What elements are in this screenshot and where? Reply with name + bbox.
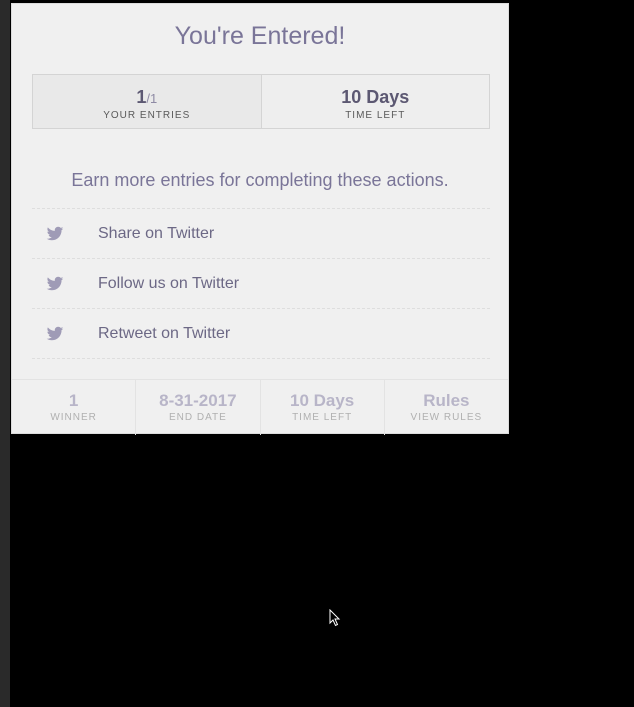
action-retweet-twitter[interactable]: Retweet on Twitter xyxy=(32,309,490,359)
winner-stat: 1 WINNER xyxy=(12,380,137,435)
time-left-value: 10 Days xyxy=(341,87,410,107)
entries-label: YOUR ENTRIES xyxy=(103,110,191,121)
action-label: Retweet on Twitter xyxy=(98,324,231,342)
action-list: Share on Twitter Follow us on Twitter Re… xyxy=(32,208,490,359)
twitter-bird-icon xyxy=(45,225,65,243)
twitter-bird-icon xyxy=(45,275,65,293)
time-left-label: TIME LEFT xyxy=(345,110,406,121)
action-share-twitter[interactable]: Share on Twitter xyxy=(32,209,490,259)
widget-title: You're Entered! xyxy=(174,22,346,50)
winner-count: 1 xyxy=(68,391,79,410)
end-date-label: END DATE xyxy=(168,412,227,423)
earn-more-text: Earn more entries for completing these a… xyxy=(71,170,449,190)
entries-count: 1/1 xyxy=(33,87,261,108)
action-label: Follow us on Twitter xyxy=(98,274,240,292)
giveaway-widget: You're Entered! 1/1 YOUR ENTRIES 10 Days… xyxy=(11,3,509,435)
end-date-stat: 8-31-2017 END DATE xyxy=(136,380,261,435)
time-left-stat: 10 Days TIME LEFT xyxy=(261,75,489,128)
rules-value: Rules xyxy=(423,391,470,410)
winner-label: WINNER xyxy=(50,412,97,423)
action-label: Share on Twitter xyxy=(98,224,215,242)
window-edge xyxy=(0,0,10,707)
end-date-value: 8-31-2017 xyxy=(159,391,237,410)
twitter-bird-icon xyxy=(45,325,65,343)
entries-total: /1 xyxy=(146,91,158,106)
mouse-cursor-icon xyxy=(329,609,341,627)
view-rules-link[interactable]: Rules VIEW RULES xyxy=(385,380,508,435)
entries-value: 1 xyxy=(136,87,147,107)
footer-time-left-label: TIME LEFT xyxy=(292,412,353,423)
footer-time-left-value: 10 Days xyxy=(289,391,355,410)
footer-time-left-stat: 10 Days TIME LEFT xyxy=(261,380,385,435)
action-follow-twitter[interactable]: Follow us on Twitter xyxy=(32,259,490,309)
giveaway-footer: 1 WINNER 8-31-2017 END DATE 10 Days TIME… xyxy=(12,379,508,435)
rules-label: VIEW RULES xyxy=(410,412,483,423)
entry-stats: 1/1 YOUR ENTRIES 10 Days TIME LEFT xyxy=(32,74,490,129)
your-entries-stat: 1/1 YOUR ENTRIES xyxy=(33,75,262,128)
